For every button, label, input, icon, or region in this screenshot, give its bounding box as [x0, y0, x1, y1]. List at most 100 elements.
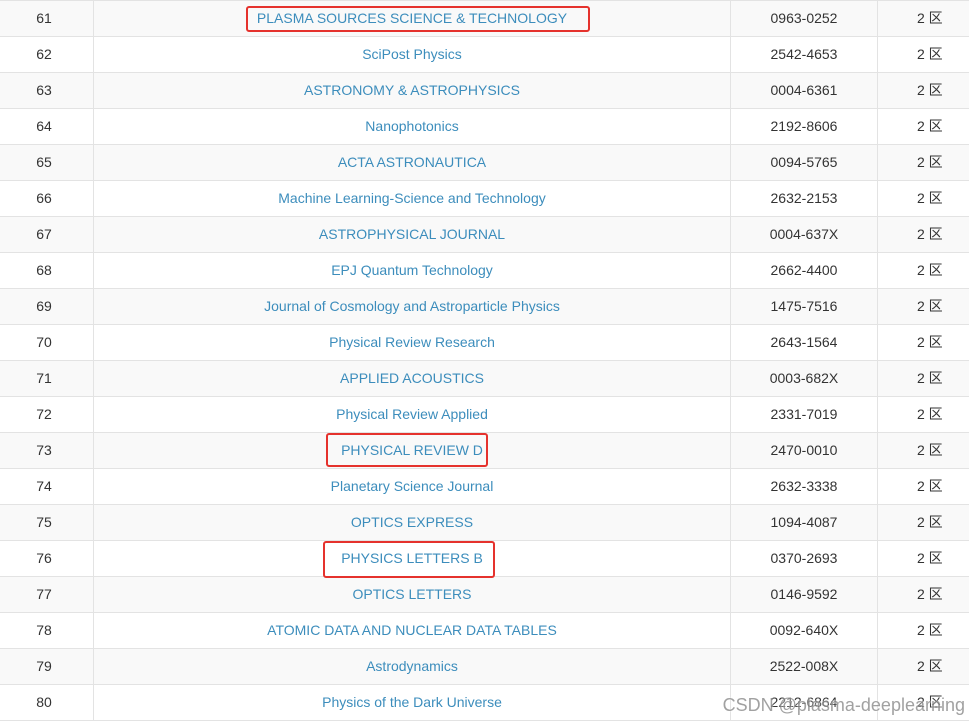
journal-link[interactable]: APPLIED ACOUSTICS: [340, 370, 484, 386]
issn-cell: 1475-7516: [731, 289, 878, 324]
table-row: 76 PHYSICS LETTERS B 0370-2693 2 区: [0, 540, 969, 576]
table-row: 66 Machine Learning-Science and Technolo…: [0, 180, 969, 216]
journal-name-cell: PLASMA SOURCES SCIENCE & TECHNOLOGY: [94, 1, 731, 36]
zone-cell: 2 区: [917, 406, 943, 422]
issn-cell: 0370-2693: [731, 541, 878, 576]
journal-link[interactable]: EPJ Quantum Technology: [331, 262, 493, 278]
zone-cell: 2 区: [917, 694, 943, 710]
issn-cell: 1094-4087: [731, 505, 878, 540]
zone-cell: 2 区: [917, 154, 943, 170]
issn-cell: 2542-4653: [731, 37, 878, 72]
table-row: 65 ACTA ASTRONAUTICA 0094-5765 2 区: [0, 144, 969, 180]
journal-name-cell: Journal of Cosmology and Astroparticle P…: [94, 289, 731, 324]
journal-name-cell: PHYSICS LETTERS B: [94, 541, 731, 576]
issn-cell: 2470-0010: [731, 433, 878, 468]
table-row: 62 SciPost Physics 2542-4653 2 区: [0, 36, 969, 72]
journal-name-cell: Physical Review Applied: [94, 397, 731, 432]
issn-cell: 2662-4400: [731, 253, 878, 288]
issn-cell: 2632-3338: [731, 469, 878, 504]
zone-cell: 2 区: [917, 226, 943, 242]
rank-cell: 80: [0, 685, 94, 720]
zone-cell: 2 区: [917, 550, 943, 566]
table-row: 73 PHYSICAL REVIEW D 2470-0010 2 区: [0, 432, 969, 468]
rank-cell: 72: [0, 397, 94, 432]
journal-name-cell: Physical Review Research: [94, 325, 731, 360]
journal-table: 61 PLASMA SOURCES SCIENCE & TECHNOLOGY 0…: [0, 0, 969, 721]
rank-cell: 71: [0, 361, 94, 396]
rank-cell: 73: [0, 433, 94, 468]
rank-cell: 76: [0, 541, 94, 576]
journal-name-cell: Machine Learning-Science and Technology: [94, 181, 731, 216]
journal-link[interactable]: Physical Review Research: [329, 334, 495, 350]
journal-link[interactable]: Planetary Science Journal: [331, 478, 494, 494]
zone-cell: 2 区: [917, 10, 943, 26]
zone-cell: 2 区: [917, 586, 943, 602]
issn-cell: 0146-9592: [731, 577, 878, 612]
rank-cell: 64: [0, 109, 94, 144]
journal-link[interactable]: Journal of Cosmology and Astroparticle P…: [264, 298, 560, 314]
journal-link[interactable]: OPTICS EXPRESS: [351, 514, 473, 530]
table-row: 74 Planetary Science Journal 2632-3338 2…: [0, 468, 969, 504]
rank-cell: 79: [0, 649, 94, 684]
rank-cell: 63: [0, 73, 94, 108]
rank-cell: 68: [0, 253, 94, 288]
journal-name-cell: OPTICS EXPRESS: [94, 505, 731, 540]
journal-name-cell: ASTRONOMY & ASTROPHYSICS: [94, 73, 731, 108]
rank-cell: 62: [0, 37, 94, 72]
zone-cell: 2 区: [917, 118, 943, 134]
zone-cell: 2 区: [917, 46, 943, 62]
zone-cell: 2 区: [917, 298, 943, 314]
journal-link[interactable]: PLASMA SOURCES SCIENCE & TECHNOLOGY: [257, 10, 567, 26]
journal-link[interactable]: ASTRONOMY & ASTROPHYSICS: [304, 82, 520, 98]
journal-name-cell: SciPost Physics: [94, 37, 731, 72]
issn-cell: 0094-5765: [731, 145, 878, 180]
issn-cell: 2643-1564: [731, 325, 878, 360]
issn-cell: 0092-640X: [731, 613, 878, 648]
table-row: 61 PLASMA SOURCES SCIENCE & TECHNOLOGY 0…: [0, 0, 969, 36]
journal-link[interactable]: OPTICS LETTERS: [352, 586, 471, 602]
journal-name-cell: Physics of the Dark Universe: [94, 685, 731, 720]
journal-link[interactable]: Physical Review Applied: [336, 406, 488, 422]
issn-cell: 2522-008X: [731, 649, 878, 684]
zone-cell: 2 区: [917, 658, 943, 674]
issn-cell: 0004-6361: [731, 73, 878, 108]
issn-cell: 2331-7019: [731, 397, 878, 432]
journal-name-cell: ACTA ASTRONAUTICA: [94, 145, 731, 180]
journal-link[interactable]: ATOMIC DATA AND NUCLEAR DATA TABLES: [267, 622, 557, 638]
issn-cell: 0003-682X: [731, 361, 878, 396]
journal-name-cell: Nanophotonics: [94, 109, 731, 144]
rank-cell: 69: [0, 289, 94, 324]
rank-cell: 75: [0, 505, 94, 540]
journal-link[interactable]: PHYSICAL REVIEW D: [341, 442, 483, 458]
journal-link[interactable]: SciPost Physics: [362, 46, 462, 62]
table-row: 69 Journal of Cosmology and Astroparticl…: [0, 288, 969, 324]
zone-cell: 2 区: [917, 190, 943, 206]
journal-name-cell: APPLIED ACOUSTICS: [94, 361, 731, 396]
zone-cell: 2 区: [917, 622, 943, 638]
journal-name-cell: PHYSICAL REVIEW D: [94, 433, 731, 468]
issn-cell: 2212-6864: [731, 685, 878, 720]
rank-cell: 74: [0, 469, 94, 504]
journal-link[interactable]: Physics of the Dark Universe: [322, 694, 502, 710]
issn-cell: 0004-637X: [731, 217, 878, 252]
table-row: 77 OPTICS LETTERS 0146-9592 2 区: [0, 576, 969, 612]
table-row: 79 Astrodynamics 2522-008X 2 区: [0, 648, 969, 684]
table-row: 64 Nanophotonics 2192-8606 2 区: [0, 108, 969, 144]
journal-link[interactable]: Nanophotonics: [365, 118, 458, 134]
table-row: 67 ASTROPHYSICAL JOURNAL 0004-637X 2 区: [0, 216, 969, 252]
journal-link[interactable]: PHYSICS LETTERS B: [341, 550, 483, 566]
zone-cell: 2 区: [917, 478, 943, 494]
table-row: 70 Physical Review Research 2643-1564 2 …: [0, 324, 969, 360]
zone-cell: 2 区: [917, 442, 943, 458]
journal-name-cell: EPJ Quantum Technology: [94, 253, 731, 288]
journal-link[interactable]: ASTROPHYSICAL JOURNAL: [319, 226, 505, 242]
journal-name-cell: OPTICS LETTERS: [94, 577, 731, 612]
table-row: 75 OPTICS EXPRESS 1094-4087 2 区: [0, 504, 969, 540]
zone-cell: 2 区: [917, 514, 943, 530]
journal-name-cell: ATOMIC DATA AND NUCLEAR DATA TABLES: [94, 613, 731, 648]
journal-link[interactable]: Machine Learning-Science and Technology: [278, 190, 545, 206]
journal-link[interactable]: ACTA ASTRONAUTICA: [338, 154, 486, 170]
issn-cell: 0963-0252: [731, 1, 878, 36]
table-row: 71 APPLIED ACOUSTICS 0003-682X 2 区: [0, 360, 969, 396]
journal-link[interactable]: Astrodynamics: [366, 658, 458, 674]
